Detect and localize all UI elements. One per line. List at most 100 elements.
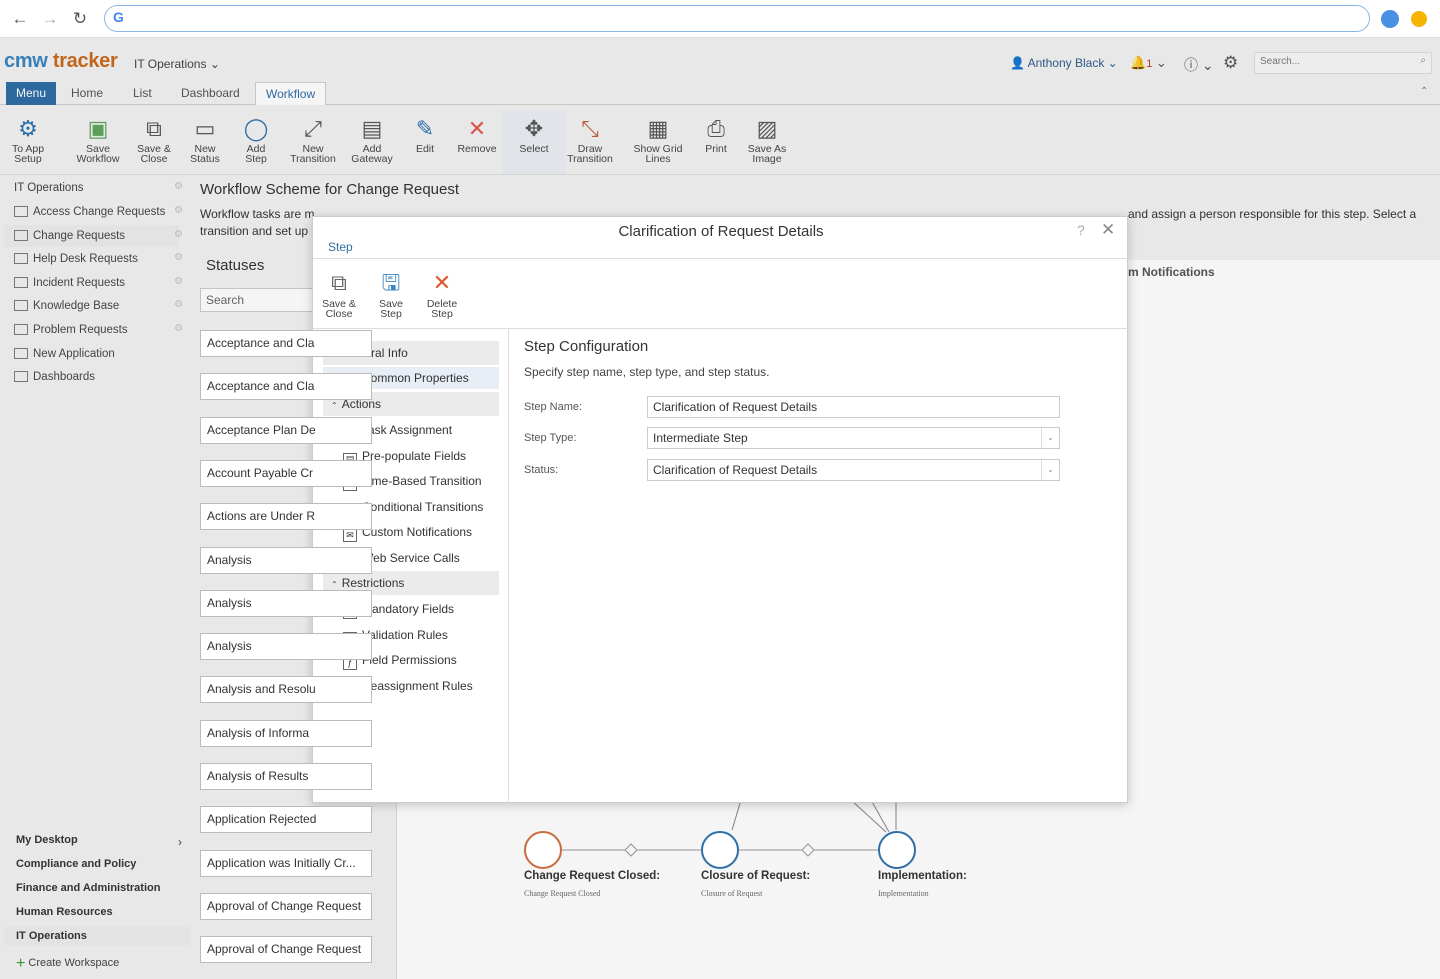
tree-item-label: Task Assignment <box>362 423 453 437</box>
node-label: Implementation: <box>878 870 967 882</box>
gear-icon[interactable]: ⚙ <box>174 323 183 334</box>
remove-button[interactable]: ✕ Remove <box>445 110 509 174</box>
app-icon <box>14 324 28 335</box>
status-item[interactable]: Actions are Under R <box>200 503 372 531</box>
save-workflow-button[interactable]: ▣ Save Workflow <box>66 110 130 174</box>
save-step-button[interactable]: 🖫 Save Step <box>365 267 417 319</box>
gear-icon[interactable]: ⚙ <box>174 181 183 192</box>
sidebar-item[interactable]: Access Change Requests <box>14 201 189 223</box>
status-item[interactable]: Analysis of Informa <box>200 719 372 747</box>
step-name-label: Step Name: <box>524 401 583 413</box>
status-item[interactable]: Acceptance Plan De <box>200 416 372 444</box>
caret-up-icon: ⌃ <box>331 580 338 589</box>
tree-group-label: Restrictions <box>341 576 405 590</box>
button-label: Transition <box>567 153 613 165</box>
chevron-down-icon: ⌄ <box>1041 460 1059 480</box>
sidebar-item-label: Knowledge Base <box>33 300 120 313</box>
button-label: Status <box>190 153 220 165</box>
config-subtitle: Specify step name, step type, and step s… <box>524 365 770 379</box>
status-item[interactable]: Acceptance and Cla <box>200 373 372 401</box>
tab-step[interactable]: Step <box>328 240 353 254</box>
tree-item-label: Common Properties <box>362 371 469 385</box>
button-label: Step <box>431 308 453 320</box>
workspace-item[interactable]: Finance and Administration <box>16 882 160 894</box>
chevron-down-icon: ⌄ <box>1041 428 1059 448</box>
add-step-button[interactable]: ◯ Add Step <box>224 110 288 174</box>
extension-icon[interactable] <box>1411 11 1427 27</box>
status-item[interactable]: Approval of Change Request <box>200 936 372 964</box>
extension-icon[interactable] <box>1381 10 1399 28</box>
workspace-item[interactable]: Human Resources <box>16 906 113 918</box>
sidebar-item[interactable]: Knowledge Base <box>14 295 189 317</box>
to-app-setup-button[interactable]: ⚙ To App Setup <box>0 110 60 174</box>
sidebar-item[interactable]: Help Desk Requests <box>14 248 189 270</box>
remove-icon: ✕ <box>467 116 487 141</box>
sidebar-item[interactable]: Change Requests <box>4 224 179 247</box>
sidebar-item-label: Access Change Requests <box>33 206 166 218</box>
status-item[interactable]: Application was Initially Cr... <box>200 849 372 877</box>
status-item[interactable]: Analysis <box>200 546 372 574</box>
tree-item-label: Web Service Calls <box>362 550 460 565</box>
button-label: Transition <box>290 153 336 165</box>
help-icon[interactable]: ? <box>1077 222 1085 238</box>
reload-icon[interactable]: ↻ <box>69 8 91 30</box>
select-button[interactable]: ✥ Select <box>502 110 566 174</box>
node-sublabel: Closure of Request <box>701 889 763 898</box>
tree-item-label: Field Permissions <box>362 653 457 667</box>
tree-item-label: Pre-populate Fields <box>362 448 467 463</box>
sidebar-item[interactable]: Problem Requests <box>14 319 189 341</box>
status-item[interactable]: Approval of Change Request <box>200 892 372 920</box>
status-label: Status: <box>524 464 559 476</box>
config-title: Step Configuration <box>524 338 649 355</box>
gear-icon[interactable]: ⚙ <box>174 299 183 310</box>
close-icon[interactable]: ✕ <box>1101 220 1115 240</box>
status-select[interactable]: Clarification of Request Details ⌄ <box>647 459 1060 481</box>
gear-icon[interactable]: ⚙ <box>174 276 183 287</box>
workflow-step-node[interactable] <box>878 831 916 869</box>
sidebar-item[interactable]: Incident Requests <box>14 272 189 294</box>
app-icon <box>14 276 28 288</box>
button-label: Lines <box>645 153 671 165</box>
divider <box>313 258 1129 259</box>
save-close-icon: ⧉ <box>331 270 347 295</box>
new-transition-button[interactable]: ⤢ New Transition <box>281 110 345 174</box>
gear-icon[interactable]: ⚙ <box>174 205 183 216</box>
button-label: Edit <box>415 143 435 155</box>
workspace-item[interactable]: Compliance and Policy <box>16 858 136 870</box>
workflow-step-node[interactable] <box>524 831 562 869</box>
delete-step-button[interactable]: ✕ Delete Step <box>416 267 468 319</box>
dialog-title: Clarification of Request Details <box>618 223 824 240</box>
status-item[interactable]: Account Payable Cr <box>200 459 372 487</box>
status-item[interactable]: Analysis and Resolu <box>200 676 372 704</box>
step-type-select[interactable]: Intermediate Step ⌄ <box>647 427 1060 449</box>
save-as-image-button[interactable]: ▨ Save As Image <box>735 110 799 174</box>
button-label: Print <box>705 143 727 155</box>
node-label: Change Request Closed: <box>524 870 661 882</box>
status-item[interactable]: Analysis <box>200 633 372 661</box>
status-item[interactable]: Analysis of Results <box>200 763 372 790</box>
sidebar-item[interactable]: Dashboards <box>14 366 189 388</box>
step-name-field[interactable]: Clarification of Request Details <box>647 396 1060 418</box>
workspace-item[interactable]: My Desktop <box>16 834 78 846</box>
notification-icon: ✉ <box>343 529 357 542</box>
workflow-step-node[interactable] <box>701 831 739 869</box>
save-close-button[interactable]: ⧉ Save & Close <box>313 267 365 319</box>
workspace-item[interactable]: IT Operations <box>4 926 190 945</box>
gear-icon[interactable]: ⚙ <box>174 229 183 240</box>
status-item[interactable]: Application Rejected <box>200 806 372 834</box>
google-icon: G <box>113 9 124 25</box>
address-bar[interactable] <box>104 5 1370 32</box>
show-grid-lines-button[interactable]: ▦ Show Grid Lines <box>626 110 690 174</box>
sidebar-item-label: Incident Requests <box>33 276 126 289</box>
tree-item-label: Time-Based Transition <box>362 474 482 488</box>
gear-icon[interactable]: ⚙ <box>174 252 183 263</box>
status-item[interactable]: Acceptance and Cla <box>200 330 372 357</box>
tree-item-label: Conditional Transitions <box>362 499 484 514</box>
app-icon <box>14 300 28 312</box>
draw-transition-button[interactable]: ⤡ Draw Transition <box>558 110 622 174</box>
back-icon[interactable]: ← <box>9 8 31 30</box>
forward-icon[interactable]: → <box>39 8 61 30</box>
caret-up-icon: ⌃ <box>331 401 338 410</box>
sidebar-item[interactable]: New Application <box>14 343 189 365</box>
status-item[interactable]: Analysis <box>200 589 372 617</box>
